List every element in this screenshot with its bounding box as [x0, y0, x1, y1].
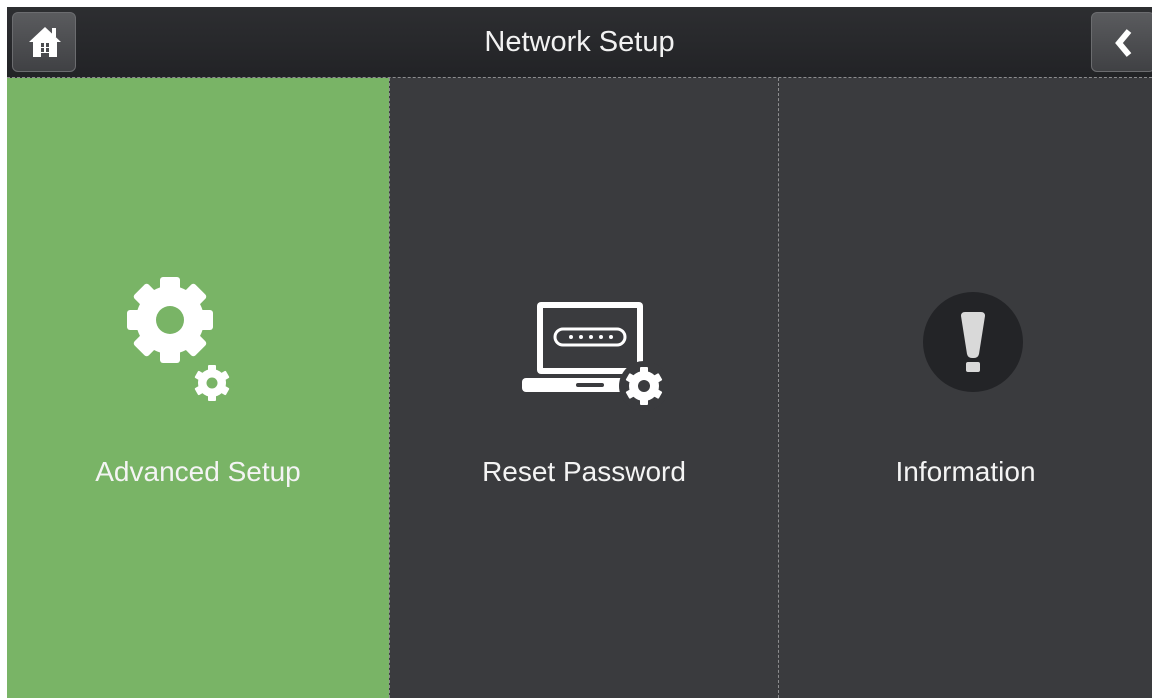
home-icon — [29, 27, 61, 57]
page-title: Network Setup — [484, 26, 675, 58]
tile-label: Reset Password — [482, 456, 686, 487]
home-button[interactable] — [12, 12, 76, 72]
gears-icon — [127, 277, 234, 405]
exclamation-icon — [923, 292, 1023, 392]
tile-advanced-setup[interactable]: Advanced Setup — [7, 78, 389, 698]
back-button[interactable] — [1091, 12, 1152, 72]
tile-information[interactable]: Information — [778, 78, 1152, 698]
laptop-password-gear-icon — [522, 302, 669, 411]
chevron-left-icon — [1115, 29, 1132, 57]
header-bar: Network Setup — [7, 7, 1152, 78]
tile-label: Advanced Setup — [95, 456, 301, 487]
tile-reset-password[interactable]: Reset Password — [389, 78, 778, 698]
menu-tiles: Advanced Setup Reset Password Informatio… — [7, 78, 1152, 698]
app-window: Network Setup Advanced Setup Reset Passw… — [7, 7, 1152, 698]
tile-label: Information — [895, 456, 1036, 487]
